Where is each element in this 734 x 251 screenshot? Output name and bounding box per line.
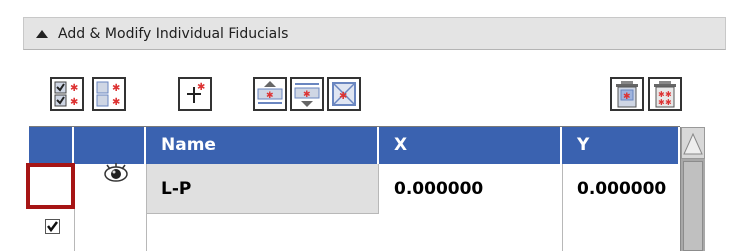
svg-text:✱: ✱ [339,91,347,102]
row-select-checkbox[interactable] [45,219,60,234]
svg-text:✱: ✱ [112,97,120,108]
panel-title: Add & Modify Individual Fiducials [58,26,289,42]
column-header-y[interactable]: Y [562,127,680,164]
name-cell[interactable]: L-P [146,164,379,214]
y-cell[interactable]: 0.000000 [562,164,680,214]
center-on-fiducial-icon[interactable]: ✱ [327,77,361,111]
x-cell[interactable]: 0.000000 [379,164,562,214]
deselect-all-fiducials-icon[interactable]: ✱ ✱ [92,77,126,111]
svg-text:✱: ✱ [266,91,274,101]
add-fiducial-icon[interactable]: ✱ [178,77,212,111]
svg-text:✱: ✱ [658,98,665,107]
scroll-up-arrow-icon [683,132,703,155]
column-divider [562,164,563,251]
column-header-x[interactable]: X [379,127,562,164]
collapse-up-arrow-icon[interactable] [36,30,48,38]
svg-text:✱: ✱ [623,92,631,102]
svg-text:✱: ✱ [197,82,205,93]
eye-icon[interactable] [103,161,129,187]
delete-all-fiducials-icon[interactable]: ✱ ✱ ✱ ✱ [648,77,682,111]
checkbox-highlight [26,163,75,209]
panel-header[interactable]: Add & Modify Individual Fiducials [23,17,726,50]
svg-text:✱: ✱ [70,97,78,108]
vertical-scrollbar[interactable] [680,127,705,251]
column-divider [146,164,147,251]
column-header-visibility[interactable] [74,127,146,164]
svg-text:✱: ✱ [665,98,672,107]
scroll-thumb[interactable] [683,161,703,251]
delete-selected-fiducials-icon[interactable]: ✱ [610,77,644,111]
move-fiducial-down-icon[interactable]: ✱ [290,77,324,111]
fiducials-table: Name X Y L-P 0.000000 0.000000 [29,126,680,251]
column-header-name[interactable]: Name [146,127,379,164]
svg-text:✱: ✱ [112,83,120,94]
column-header-select[interactable] [29,127,74,164]
select-all-fiducials-icon[interactable]: ✱ ✱ [50,77,84,111]
checkmark-icon [47,221,58,233]
move-fiducial-up-icon[interactable]: ✱ [253,77,287,111]
scroll-up-button[interactable] [681,127,705,159]
fiducial-toolbar: ✱ ✱ ✱ ✱ ✱ ✱ ✱ ✱ ✱ ✱ ✱ ✱ ✱ [50,77,734,117]
svg-text:✱: ✱ [70,83,78,94]
svg-text:✱: ✱ [303,90,311,100]
